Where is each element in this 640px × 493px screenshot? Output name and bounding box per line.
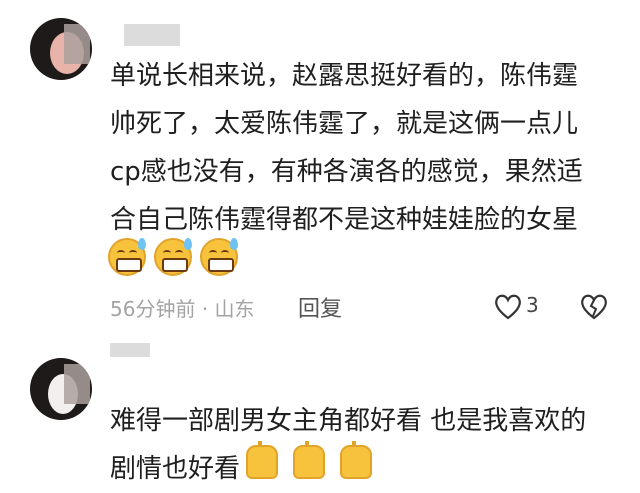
username-redacted[interactable] (124, 24, 180, 46)
like-count: 3 (526, 293, 539, 317)
grinning-sweat-emoji (154, 238, 193, 276)
emoji-row (246, 441, 382, 479)
broken-heart-icon[interactable] (578, 290, 610, 322)
avatar[interactable] (30, 358, 92, 420)
clapping-hands-emoji (246, 441, 278, 479)
clapping-hands-emoji (340, 441, 373, 479)
clapping-hands-emoji (293, 441, 326, 479)
heart-icon[interactable] (492, 290, 524, 322)
time-location: 56分钟前 · 山东 (110, 297, 255, 321)
comment-text: 单说长相来说，赵露思挺好看的，陈伟霆 帅死了，太爱陈伟霆了，就是这俩一点儿 cp… (110, 61, 583, 235)
avatar[interactable] (30, 18, 92, 80)
comment-item: 难得一部剧男女主角都好看 也是我喜欢的 剧情也好看 (0, 343, 640, 484)
username-redacted[interactable] (110, 343, 150, 357)
comment-item: 单说长相来说，赵露思挺好看的，陈伟霆 帅死了，太爱陈伟霆了，就是这俩一点儿 cp… (0, 0, 640, 340)
reply-button[interactable]: 回复 (298, 291, 342, 323)
emoji-row (108, 238, 241, 278)
grinning-sweat-emoji (108, 238, 146, 276)
grinning-sweat-emoji (200, 238, 239, 276)
